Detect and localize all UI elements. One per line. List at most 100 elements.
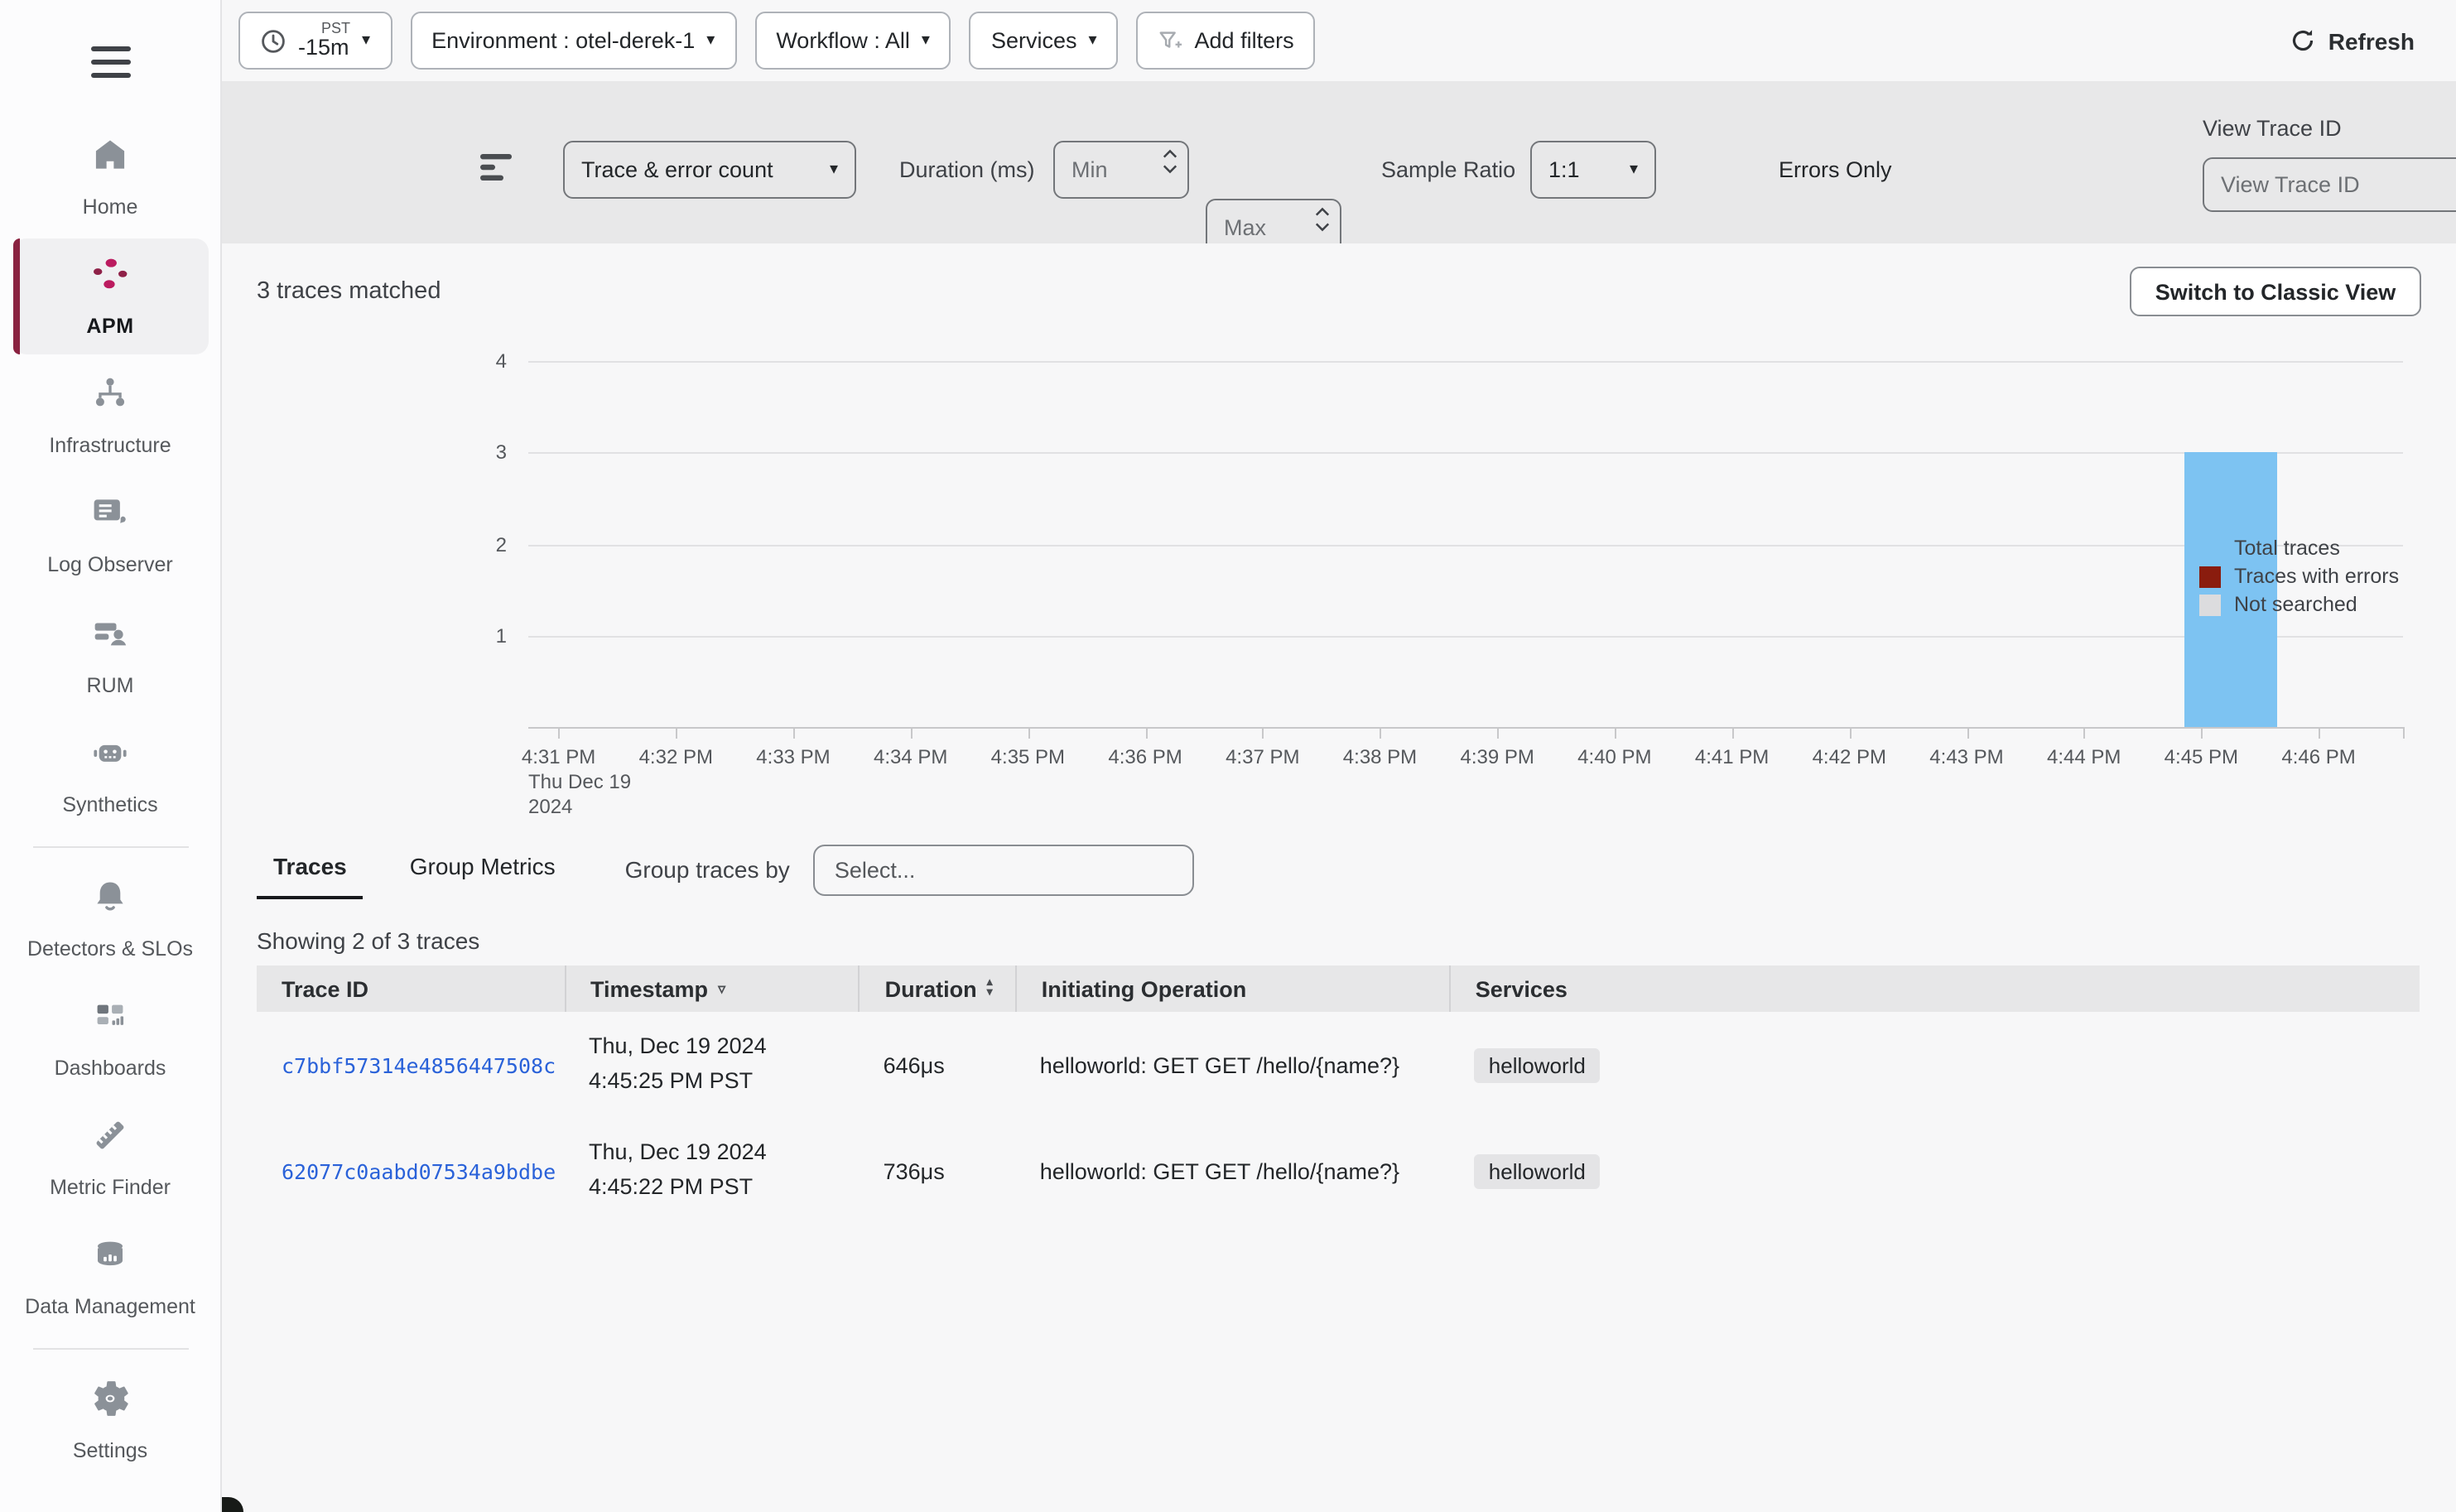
x-axis-date-label: Thu Dec 19 [528, 770, 631, 793]
duration-min-field [1053, 141, 1189, 199]
settings-icon [89, 1379, 131, 1428]
workflow-filter-label: Workflow : All [776, 28, 910, 53]
funnel-plus-icon [1158, 28, 1183, 53]
time-range-value: -15m [298, 36, 349, 60]
chevron-down-icon: ▾ [362, 32, 370, 49]
screen-corner-decoration [222, 1497, 243, 1512]
sidebar-item-label: Home [83, 192, 138, 222]
sidebar-item-apm[interactable]: APM [12, 238, 208, 354]
x-axis-tick [1380, 727, 1382, 739]
sidebar-item-label: Synthetics [62, 789, 157, 819]
column-header-timestamp[interactable]: Timestamp▿ [564, 965, 859, 1012]
workflow-filter[interactable]: Workflow : All ▾ [754, 12, 951, 70]
clock-icon [260, 27, 287, 54]
duration-label: Duration (ms) [899, 141, 1035, 199]
stepper-up-icon[interactable] [1315, 207, 1330, 217]
chevron-down-icon: ▾ [922, 32, 930, 49]
topbar: PST -15m ▾ Environment : otel-derek-1 ▾ … [222, 0, 2456, 81]
refresh-label: Refresh [2328, 27, 2415, 54]
x-axis-tick [911, 727, 913, 739]
x-axis-tick-label: 4:44 PM [2047, 745, 2121, 768]
sidebar-item-settings[interactable]: Settings [12, 1364, 208, 1480]
group-traces-by-label: Group traces by [625, 856, 790, 883]
apm-icon [89, 253, 131, 303]
environment-filter[interactable]: Environment : otel-derek-1 ▾ [410, 12, 736, 70]
sidebar-item-data-management[interactable]: Data Management [12, 1219, 208, 1335]
dashboards-icon [89, 995, 131, 1045]
view-trace-id-input[interactable] [2221, 172, 2456, 197]
services-filter[interactable]: Services ▾ [970, 12, 1119, 70]
y-axis-tick-label: 2 [457, 532, 507, 556]
legend-item-traces-with-errors[interactable]: Traces with errors [2199, 565, 2399, 588]
x-axis-tick [2201, 727, 2203, 739]
sidebar-divider [32, 846, 188, 848]
errors-only-label: Errors Only [1779, 141, 1892, 199]
menu-toggle-icon[interactable] [90, 46, 130, 78]
table-row: 62077c0aabd07534a9bdbeThu, Dec 19 20244:… [257, 1118, 2420, 1224]
trace-id-link[interactable]: 62077c0aabd07534a9bdbe [282, 1158, 564, 1183]
service-badge[interactable]: helloworld [1474, 1047, 1601, 1082]
refresh-button[interactable]: Refresh [2290, 27, 2415, 54]
services-cell: helloworld [1449, 1153, 2420, 1188]
sidebar-item-rum[interactable]: RUM [12, 597, 208, 713]
column-header-initiating-operation: Initiating Operation [1015, 965, 1449, 1012]
environment-filter-label: Environment : otel-derek-1 [431, 28, 695, 53]
x-axis-tick [793, 727, 795, 739]
trace-id-link[interactable]: c7bbf57314e4856447508c [282, 1052, 564, 1077]
add-filters-label: Add filters [1195, 28, 1294, 53]
data-management-icon [89, 1234, 131, 1283]
chart-gridline [528, 636, 2403, 638]
timestamp-cell: Thu, Dec 19 20244:45:22 PM PST [564, 1136, 859, 1206]
stepper-down-icon[interactable] [1163, 164, 1177, 174]
x-axis-tick [1497, 727, 1499, 739]
sidebar-item-infrastructure[interactable]: Infrastructure [12, 359, 208, 474]
tab-traces[interactable]: Traces [257, 840, 364, 899]
infrastructure-icon [89, 373, 131, 423]
service-badge[interactable]: helloworld [1474, 1153, 1601, 1188]
detectors-icon [89, 876, 131, 926]
app-root: Home APMInfrastructureLog ObserverRUM Synt… [0, 0, 2456, 1512]
filter-lines-icon[interactable] [480, 154, 513, 190]
view-trace-id-label: View Trace ID [2203, 116, 2342, 141]
y-axis-tick-label: 3 [457, 441, 507, 465]
sidebar-item-detectors-slos[interactable]: Detectors & SLOs [12, 861, 208, 977]
timestamp-time: 4:45:22 PM PST [589, 1171, 859, 1206]
chevron-down-icon: ▾ [706, 32, 715, 49]
column-header-label: Duration [885, 976, 977, 1001]
time-range-picker[interactable]: PST -15m ▾ [238, 12, 392, 70]
tab-group-metrics[interactable]: Group Metrics [393, 840, 572, 899]
add-filters-button[interactable]: Add filters [1137, 12, 1316, 70]
sort-desc-icon: ▿ [718, 981, 725, 996]
sidebar-item-synthetics[interactable]: Synthetics [12, 716, 208, 832]
traces-table: Trace IDTimestamp▿Duration▴▾Initiating O… [257, 965, 2420, 1224]
y-axis-tick-label: 4 [457, 349, 507, 373]
y-axis-tick-label: 1 [457, 624, 507, 648]
group-traces-by-select[interactable]: Select... [813, 844, 1194, 895]
sidebar: Home APMInfrastructureLog ObserverRUM Synt… [0, 0, 222, 1512]
legend-swatch [2199, 537, 2221, 559]
refresh-icon [2290, 28, 2315, 53]
column-header-duration[interactable]: Duration▴▾ [859, 965, 1015, 1012]
legend-item-not-searched[interactable]: Not searched [2199, 593, 2399, 616]
initiating-operation-cell: helloworld: GET GET /hello/{name?} [1015, 1158, 1449, 1183]
sample-ratio-select[interactable]: 1:1 ▾ [1530, 141, 1656, 199]
sidebar-item-home[interactable]: Home [12, 119, 208, 235]
sidebar-item-metric-finder[interactable]: Metric Finder [12, 1100, 208, 1216]
log-observer-icon [89, 493, 131, 542]
x-axis-tick [2319, 727, 2320, 739]
column-header-services: Services [1449, 965, 2420, 1012]
stepper-up-icon[interactable] [1163, 149, 1177, 159]
sidebar-item-label: Detectors & SLOs [27, 934, 193, 964]
sidebar-item-label: Metric Finder [50, 1173, 171, 1202]
content-area: 3 traces matched Switch to Classic View … [222, 243, 2456, 1512]
main-area: PST -15m ▾ Environment : otel-derek-1 ▾ … [222, 0, 2456, 1512]
table-row: c7bbf57314e4856447508cThu, Dec 19 20244:… [257, 1012, 2420, 1118]
stepper-down-icon[interactable] [1315, 222, 1330, 232]
view-trace-id-field [2203, 157, 2456, 212]
sidebar-item-log-observer[interactable]: Log Observer [12, 478, 208, 594]
sidebar-item-dashboards[interactable]: Dashboards [12, 980, 208, 1096]
x-axis-tick [1028, 727, 1029, 739]
metric-type-select[interactable]: Trace & error count ▾ [563, 141, 856, 199]
legend-item-total-traces[interactable]: Total traces [2199, 537, 2399, 560]
legend-label: Total traces [2234, 537, 2340, 560]
